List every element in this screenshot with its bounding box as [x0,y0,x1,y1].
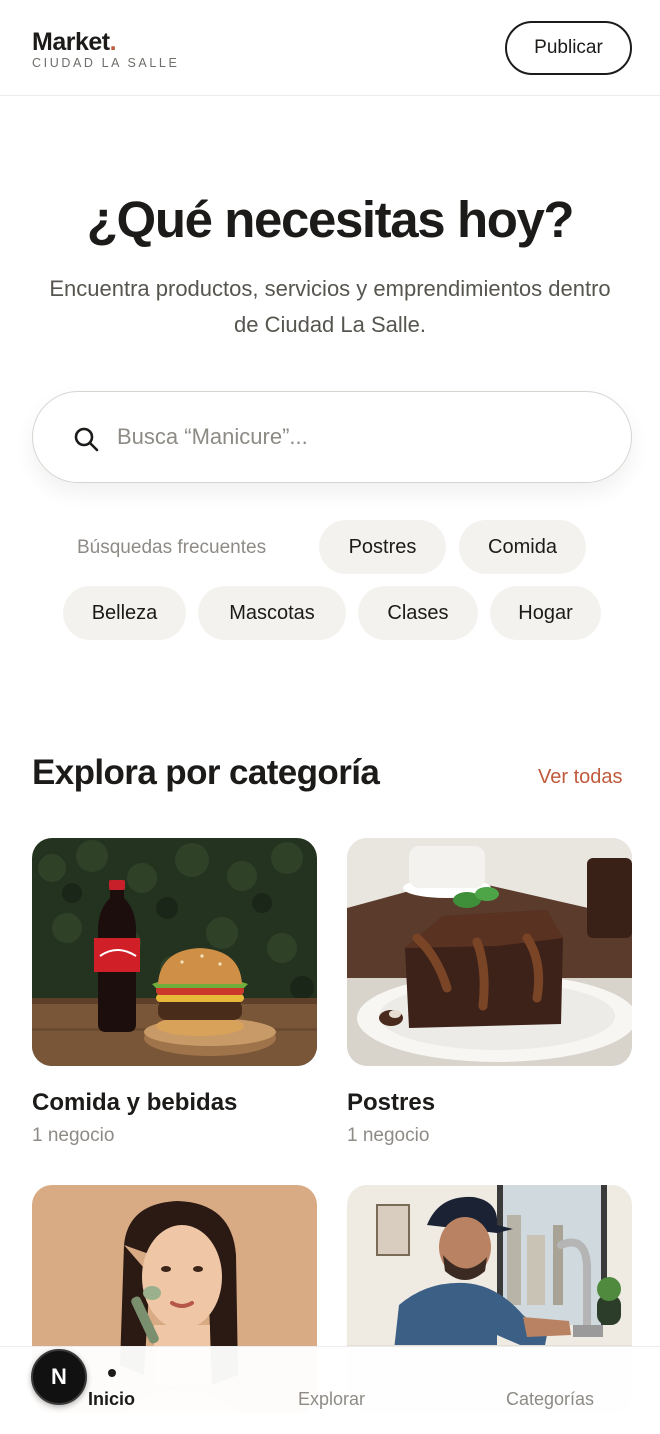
chip-belleza[interactable]: Belleza [63,586,186,640]
burger-and-cola-image [32,838,317,1066]
frequent-searches-label: Búsquedas frecuentes [77,537,267,558]
chip-clases[interactable]: Clases [358,586,478,640]
brand-name: Market. [32,28,117,56]
app-header: Market. CIUDAD LA SALLE Publicar [0,0,660,96]
page-subtitle: Encuentra productos, servicios y emprend… [49,276,611,337]
page-title: ¿Qué necesitas hoy? [86,191,575,248]
nav-item-explorar[interactable]: Explorar [298,1387,365,1411]
category-card-count: 1 negocio [32,1125,115,1146]
chip-hogar[interactable]: Hogar [490,586,601,640]
nav-item-categorias[interactable]: Categorías [506,1387,594,1411]
chip-comida[interactable]: Comida [459,520,586,574]
bottom-navigation: Inicio Explorar Categorías [0,1346,660,1434]
category-card-desserts[interactable]: Postres 1 negocio [347,838,632,1148]
category-card-food[interactable]: Comida y bebidas 1 negocio [32,838,317,1148]
brand-logo[interactable]: Market. CIUDAD LA SALLE [32,28,179,70]
active-indicator-dot [108,1369,116,1377]
chip-mascotas[interactable]: Mascotas [198,586,346,640]
category-card-title: Postres [347,1089,436,1116]
devtools-badge[interactable]: N [31,1349,87,1405]
search-bar[interactable] [32,391,632,483]
category-card-count: 1 negocio [347,1125,430,1146]
categories-title: Explora por categoría [32,753,380,792]
category-card-title: Comida y bebidas [32,1089,238,1116]
brand-subtitle: CIUDAD LA SALLE [32,56,180,70]
chip-postres[interactable]: Postres [319,520,446,574]
nav-item-inicio[interactable]: Inicio [88,1387,135,1411]
chocolate-brownie-image [347,838,632,1066]
search-input[interactable] [117,414,597,460]
publish-button[interactable]: Publicar [505,21,632,75]
see-all-link[interactable]: Ver todas [538,764,623,790]
search-icon [74,427,99,452]
